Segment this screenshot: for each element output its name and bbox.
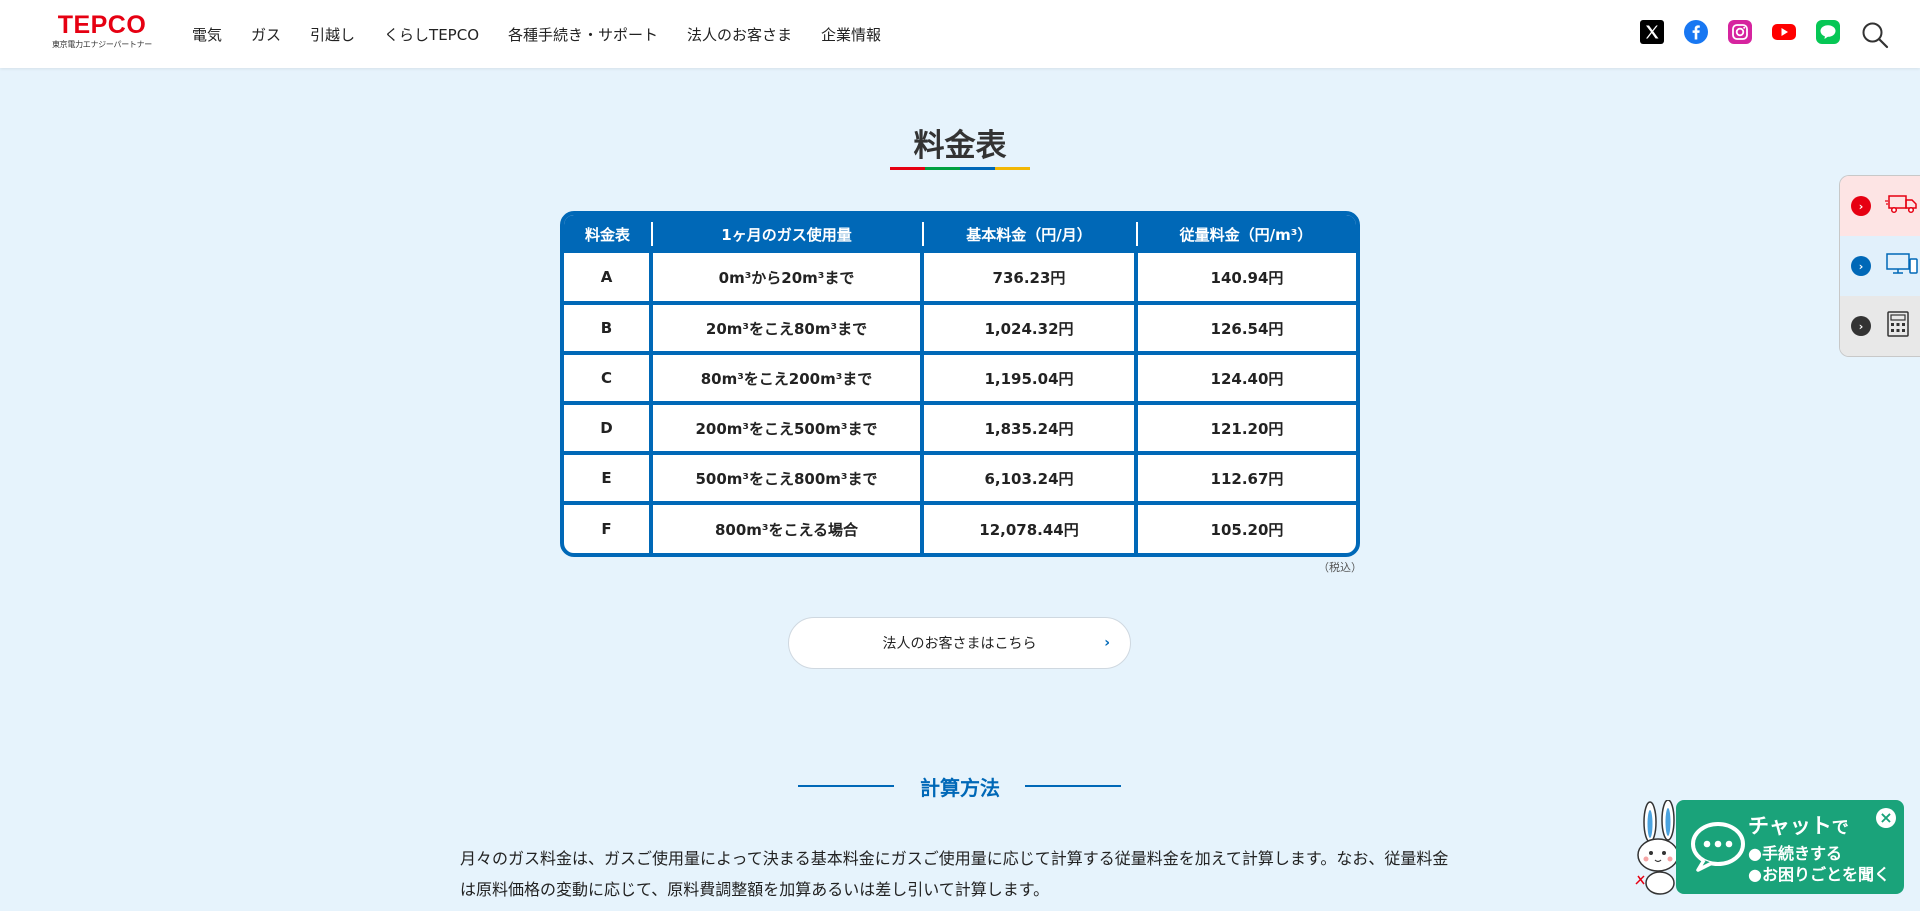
cell-base-rate: 736.23円 [920,253,1136,303]
title-underline [890,167,1030,170]
col-header-unit-rate: 従量料金（円/m³） [1136,215,1356,253]
nav-item-gas[interactable]: ガス [251,24,281,45]
cell-unit-rate: 124.40円 [1134,351,1356,403]
cell-unit-rate: 140.94円 [1134,253,1356,303]
cell-plan: B [564,301,651,353]
nav-item-electricity[interactable]: 電気 [192,24,222,45]
chat-bubble-icon [1690,820,1746,872]
cell-usage: 20m³をこえ80m³まで [649,301,922,353]
cell-plan: F [564,501,651,553]
business-customers-label: 法人のお客さまはこちら [882,636,1037,652]
chat-title-main: チャット [1748,814,1832,838]
chat-title-suffix: で [1831,818,1849,838]
underline-green [925,167,960,170]
table-header-row: 料金表 1ヶ月のガス使用量 基本料金（円/月） 従量料金（円/m³） [564,215,1356,253]
cell-unit-rate: 105.20円 [1134,501,1356,553]
cell-base-rate: 12,078.44円 [920,501,1136,553]
nav-item-moving[interactable]: 引越し [310,24,355,45]
logo-text: TEPCO [57,11,147,39]
cell-plan: D [564,401,651,453]
cell-usage: 200m³をこえ500m³まで [649,401,922,453]
chevron-right-icon: › [1851,316,1871,336]
underline-yellow [995,167,1030,170]
search-icon[interactable] [1860,20,1890,50]
tepco-logo[interactable]: TEPCO 東京電力エナジーパートナー [50,12,154,50]
nav-item-kurashi[interactable]: くらしTEPCO [384,24,479,45]
col-header-usage: 1ヶ月のガス使用量 [651,215,922,253]
close-icon[interactable]: × [1876,808,1896,828]
computer-icon [1885,252,1919,280]
cell-unit-rate: 121.20円 [1134,401,1356,453]
side-tab-simulation[interactable]: › [1840,296,1920,356]
nav-item-business[interactable]: 法人のお客さま [687,24,792,45]
table-row: F 800m³をこえる場合 12,078.44円 105.20円 [564,501,1356,553]
social-links [1640,20,1840,44]
facebook-icon[interactable] [1684,20,1708,44]
rate-table: 料金表 1ヶ月のガス使用量 基本料金（円/月） 従量料金（円/m³） A 0m³… [560,211,1360,557]
table-row: C 80m³をこえ200m³まで 1,195.04円 124.40円 [564,351,1356,403]
x-icon[interactable] [1640,20,1664,44]
cell-unit-rate: 126.54円 [1134,301,1356,353]
cell-plan: E [564,451,651,503]
side-tab-moving[interactable]: › [1840,176,1920,236]
col-header-base-rate: 基本料金（円/月） [922,215,1136,253]
table-row: A 0m³から20m³まで 736.23円 140.94円 [564,253,1356,303]
cell-usage: 80m³をこえ200m³まで [649,351,922,403]
cell-base-rate: 1,024.32円 [920,301,1136,353]
cell-usage: 800m³をこえる場合 [649,501,922,553]
site-header: TEPCO 東京電力エナジーパートナー 電気 ガス 引越し くらしTEPCO 各… [0,0,1920,68]
chat-title: チャットで [1748,810,1849,840]
line-icon[interactable] [1816,20,1840,44]
instagram-icon[interactable] [1728,20,1752,44]
table-row: B 20m³をこえ80m³まで 1,024.32円 126.54円 [564,301,1356,353]
side-tab-online[interactable]: › [1840,236,1920,296]
side-quick-links: › › › [1839,175,1920,357]
col-header-plan: 料金表 [564,215,651,253]
nav-item-company[interactable]: 企業情報 [821,24,881,45]
chevron-right-icon: › [1104,635,1110,651]
nav-item-support[interactable]: 各種手続き・サポート [508,24,658,45]
section-title: 計算方法 [920,776,1000,800]
underline-red [890,167,925,170]
cell-base-rate: 1,195.04円 [920,351,1136,403]
main-nav: 電気 ガス 引越し くらしTEPCO 各種手続き・サポート 法人のお客さま 企業… [192,0,910,68]
cell-usage: 0m³から20m³まで [649,253,922,303]
chevron-right-icon: › [1851,256,1871,276]
chat-widget[interactable]: チャットで ●手続きする ●お困りごとを聞く × [1676,800,1904,894]
cell-usage: 500m³をこえ800m³まで [649,451,922,503]
tax-included-note: （税込） [1318,561,1362,574]
cell-plan: A [600,268,613,286]
section-line-right [1025,785,1121,787]
cell-plan: C [564,351,651,403]
calculation-description: 月々のガス料金は、ガスご使用量によって決まる基本料金にガスご使用量に応じて計算す… [460,849,1449,899]
youtube-icon[interactable] [1772,20,1796,44]
cell-unit-rate: 112.67円 [1134,451,1356,503]
calculator-icon [1885,311,1911,341]
page-title: 料金表 [913,128,1007,164]
chat-option-ask: ●お困りごとを聞く [1748,865,1890,884]
logo-subtext: 東京電力エナジーパートナー [51,40,153,49]
business-customers-button[interactable]: 法人のお客さまはこちら › [788,617,1131,669]
table-row: D 200m³をこえ500m³まで 1,835.24円 121.20円 [564,401,1356,453]
cell-base-rate: 6,103.24円 [920,451,1136,503]
truck-icon [1885,193,1919,219]
table-row: E 500m³をこえ800m³まで 6,103.24円 112.67円 [564,451,1356,503]
cell-base-rate: 1,835.24円 [920,401,1136,453]
chevron-right-icon: › [1851,196,1871,216]
underline-blue [960,167,995,170]
